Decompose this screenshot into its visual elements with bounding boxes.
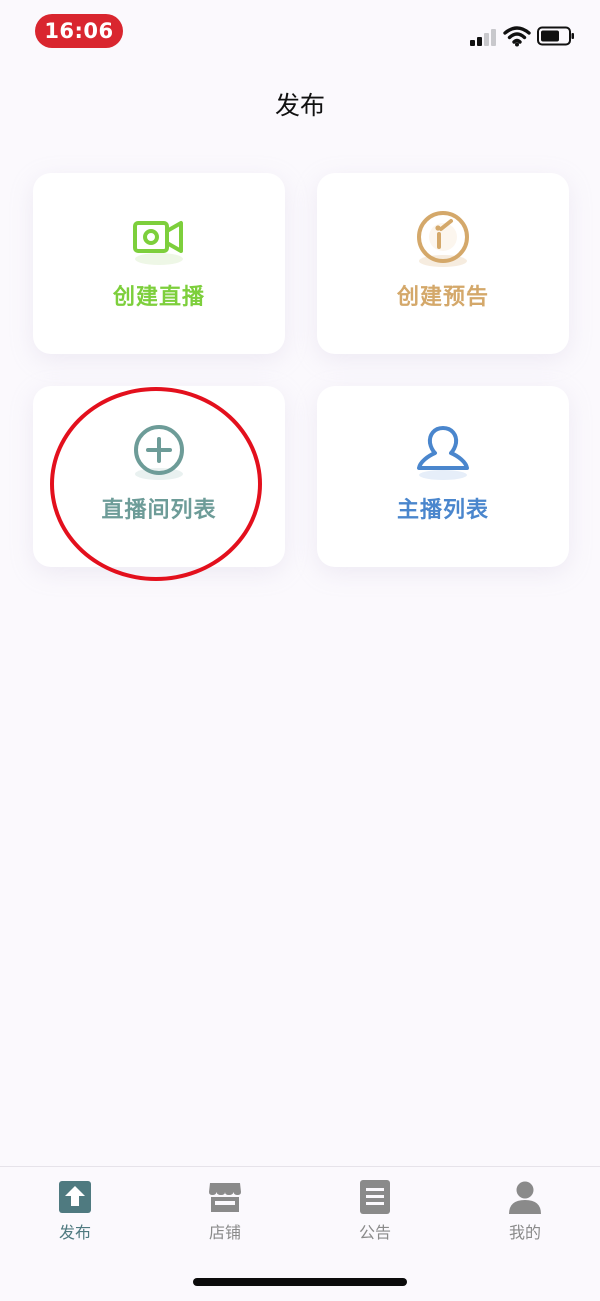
tab-announcement-label: 公告	[358, 1223, 391, 1242]
status-bar: 16:06	[0, 0, 600, 62]
anchor-list-card[interactable]: 主播列表	[317, 386, 569, 567]
create-preview-card[interactable]: 创建预告	[317, 173, 569, 354]
page-title: 发布	[274, 91, 325, 120]
live-room-list-card[interactable]: 直播间列表	[33, 386, 285, 567]
battery-icon	[537, 26, 574, 46]
tab-mine-label: 我的	[508, 1223, 541, 1242]
tab-mine[interactable]: 我的	[450, 1179, 600, 1251]
anchor-list-label: 主播列表	[396, 498, 489, 523]
clock-icon	[417, 211, 469, 267]
create-live-card[interactable]: 创建直播	[33, 173, 285, 354]
tab-announcement[interactable]: 公告	[300, 1179, 450, 1251]
create-live-label: 创建直播	[112, 285, 205, 310]
tab-store[interactable]: 店铺	[150, 1179, 300, 1251]
user-icon	[417, 426, 469, 480]
document-icon	[360, 1180, 390, 1214]
tab-store-label: 店铺	[208, 1223, 241, 1242]
home-indicator	[193, 1278, 407, 1286]
person-icon	[509, 1181, 541, 1214]
store-icon	[209, 1183, 241, 1212]
video-camera-icon	[133, 221, 183, 265]
tab-publish[interactable]: 发布	[0, 1179, 150, 1251]
upload-icon	[59, 1181, 91, 1213]
plus-circle-icon	[134, 425, 184, 480]
status-time: 16:06	[35, 14, 123, 48]
tab-publish-label: 发布	[58, 1223, 91, 1242]
create-preview-label: 创建预告	[396, 285, 489, 310]
live-room-list-label: 直播间列表	[101, 498, 217, 523]
signal-icon	[470, 29, 498, 46]
wifi-icon	[503, 26, 531, 47]
